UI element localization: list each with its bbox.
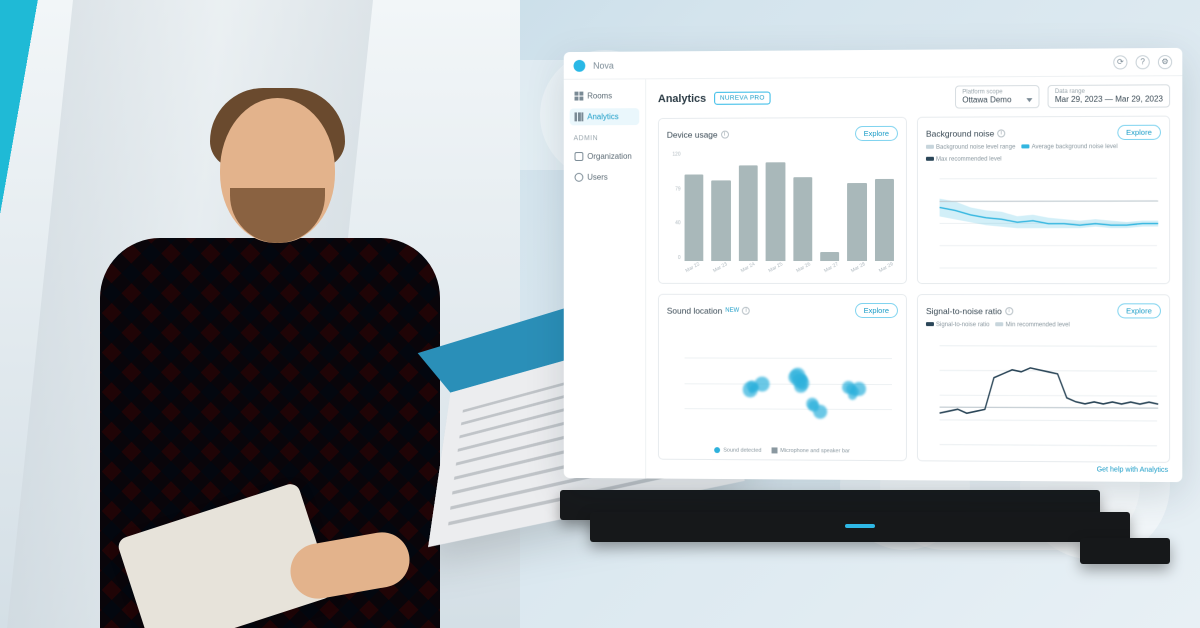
filter-value: Ottawa Demo (962, 95, 1011, 104)
tile-snr: Signal-to-noise ratio i Explore Signal-t… (917, 294, 1170, 463)
sync-icon[interactable]: ⟳ (1113, 55, 1127, 69)
chevron-down-icon (1027, 98, 1033, 102)
hardware-devices (560, 490, 1160, 580)
explore-button[interactable]: Explore (855, 303, 898, 318)
sidebar-item-label: Organization (587, 152, 632, 161)
sound-location-chart: Sound detected Microphone and speaker ba… (667, 322, 898, 453)
sidebar: Rooms Analytics ADMIN Organization Users (564, 79, 646, 478)
explore-button[interactable]: Explore (1117, 303, 1161, 318)
sidebar-item-organization[interactable]: Organization (570, 148, 640, 165)
sidebar-item-analytics[interactable]: Analytics (570, 108, 640, 125)
chart-legend: Signal-to-noise ratioMin recommended lev… (926, 322, 1161, 328)
background-noise-chart (926, 164, 1161, 275)
page-title: Analytics (658, 92, 706, 104)
scope-dropdown[interactable]: Platform scope Ottawa Demo (955, 85, 1039, 109)
chart-legend: Sound detected Microphone and speaker ba… (667, 446, 898, 454)
date-range-picker[interactable]: Data range Mar 29, 2023 — Mar 29, 2023 (1048, 84, 1170, 108)
organization-icon (575, 152, 584, 161)
tile-sound-location: Sound location NEW i Explore Sound detec… (658, 294, 907, 461)
info-icon[interactable]: i (997, 129, 1005, 137)
sidebar-item-rooms[interactable]: Rooms (570, 87, 640, 104)
soundbar-device (590, 512, 1130, 542)
analytics-icon (575, 112, 584, 121)
sidebar-section-label: ADMIN (574, 135, 640, 142)
tile-title: Sound location NEW i (667, 305, 750, 315)
snr-chart (926, 330, 1161, 454)
explore-button[interactable]: Explore (855, 126, 898, 141)
sidebar-item-users[interactable]: Users (570, 169, 640, 186)
device-usage-chart: 12079400 Mar 22Mar 23Mar 24Mar 25Mar 26M… (667, 145, 898, 275)
sidebar-item-label: Users (587, 173, 607, 182)
help-link[interactable]: Get help with Analytics (658, 460, 1170, 474)
settings-icon[interactable]: ⚙ (1158, 54, 1172, 68)
tile-title: Device usage i (667, 129, 729, 139)
sidebar-item-label: Rooms (587, 91, 612, 100)
help-icon[interactable]: ? (1136, 55, 1150, 69)
info-icon[interactable]: i (1005, 307, 1013, 315)
plan-badge: NUREVA PRO (714, 92, 771, 105)
tile-background-noise: Background noise i Explore Background no… (917, 116, 1170, 285)
page-header: Analytics NUREVA PRO Platform scope Otta… (658, 84, 1170, 110)
info-icon[interactable]: i (742, 306, 750, 314)
app-header: Nova ⟳ ? ⚙ (564, 48, 1183, 80)
explore-button[interactable]: Explore (1117, 125, 1161, 140)
rooms-icon (575, 92, 584, 101)
tile-title: Background noise i (926, 128, 1005, 138)
person-illustration (40, 68, 460, 628)
main-content: Analytics NUREVA PRO Platform scope Otta… (646, 76, 1182, 482)
info-icon[interactable]: i (721, 130, 729, 138)
tile-title: Signal-to-noise ratio i (926, 306, 1013, 316)
sidebar-item-label: Analytics (587, 112, 618, 121)
users-icon (575, 173, 584, 182)
chart-legend: Background noise level rangeAverage back… (926, 144, 1161, 163)
brand-logo-icon (574, 59, 586, 71)
tile-device-usage: Device usage i Explore 12079400 Mar 22Ma… (658, 117, 907, 284)
hub-device (1080, 538, 1170, 564)
brand-name: Nova (593, 60, 614, 70)
filter-value: Mar 29, 2023 — Mar 29, 2023 (1055, 94, 1163, 104)
analytics-app-window: Nova ⟳ ? ⚙ Rooms Analytics ADMIN Organiz… (564, 48, 1183, 482)
